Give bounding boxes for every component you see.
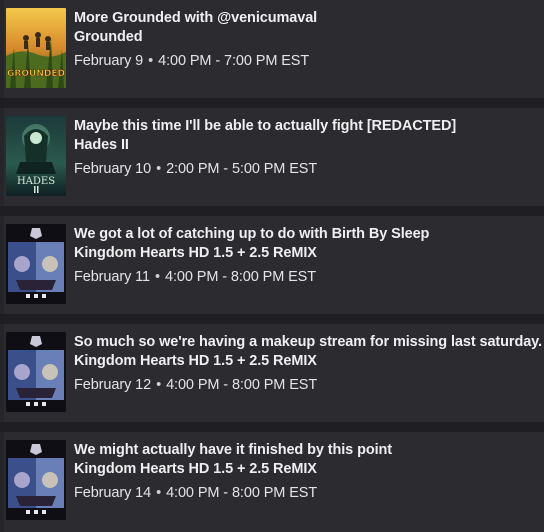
stream-time-range: 4:00 PM - 8:00 PM EST (166, 377, 318, 393)
stream-date: February 10 (74, 161, 152, 177)
card-edge (0, 216, 4, 314)
stream-title: We got a lot of catching up to do with B… (74, 226, 430, 242)
stream-time: February 11 • 4:00 PM - 8:00 PM EST (74, 269, 316, 285)
svg-text:GROUNDED: GROUNDED (7, 69, 65, 79)
stream-time: February 14 • 4:00 PM - 8:00 PM EST (74, 485, 317, 501)
game-cover-kingdom-hearts[interactable] (6, 224, 66, 304)
stream-date: February 12 (74, 377, 152, 393)
kingdom-hearts-cover-icon (6, 224, 66, 304)
card-edge (0, 432, 4, 532)
kingdom-hearts-cover-icon (6, 332, 66, 412)
stream-time-range: 4:00 PM - 8:00 PM EST (165, 269, 317, 285)
separator-dot: • (156, 485, 162, 501)
game-name[interactable]: Grounded (74, 29, 143, 45)
card-edge (0, 108, 4, 206)
game-cover-kingdom-hearts[interactable] (6, 440, 66, 520)
stream-schedule-list: GROUNDED More Grounded with @venicumaval… (0, 0, 544, 532)
separator-dot: • (155, 269, 160, 285)
grounded-cover-icon: GROUNDED (6, 8, 66, 88)
schedule-item[interactable]: We got a lot of catching up to do with B… (0, 216, 544, 314)
game-cover-hades-ii[interactable]: HADES (6, 116, 66, 196)
schedule-item[interactable]: So much so we're having a makeup stream … (0, 324, 544, 422)
svg-text:HADES: HADES (17, 176, 55, 187)
schedule-item[interactable]: HADES Maybe this time I'll be able to ac… (0, 108, 544, 206)
stream-time: February 9 • 4:00 PM - 7:00 PM EST (74, 53, 309, 69)
game-name[interactable]: Kingdom Hearts HD 1.5 + 2.5 ReMIX (74, 353, 317, 369)
hades-cover-icon: HADES (6, 116, 66, 196)
stream-time: February 10 • 2:00 PM - 5:00 PM EST (74, 161, 317, 177)
stream-title: Maybe this time I'll be able to actually… (74, 118, 457, 134)
stream-time: February 12 • 4:00 PM - 8:00 PM EST (74, 377, 317, 393)
game-name[interactable]: Kingdom Hearts HD 1.5 + 2.5 ReMIX (74, 245, 317, 261)
separator-dot: • (156, 377, 162, 393)
schedule-item[interactable]: GROUNDED More Grounded with @venicumaval… (0, 0, 544, 98)
game-name[interactable]: Hades II (74, 137, 129, 153)
separator-dot: • (148, 53, 154, 69)
stream-time-range: 4:00 PM - 8:00 PM EST (166, 485, 318, 501)
stream-title: So much so we're having a makeup stream … (74, 334, 542, 350)
stream-time-range: 4:00 PM - 7:00 PM EST (158, 53, 310, 69)
card-edge (0, 324, 4, 422)
kingdom-hearts-cover-icon (6, 440, 66, 520)
stream-date: February 14 (74, 485, 152, 501)
stream-title: We might actually have it finished by th… (74, 442, 393, 458)
game-cover-grounded[interactable]: GROUNDED (6, 8, 66, 88)
separator-dot: • (156, 161, 162, 177)
stream-date: February 11 (74, 269, 151, 285)
game-cover-kingdom-hearts[interactable] (6, 332, 66, 412)
stream-time-range: 2:00 PM - 5:00 PM EST (166, 161, 318, 177)
stream-title: More Grounded with @venicumaval (74, 10, 318, 26)
game-name[interactable]: Kingdom Hearts HD 1.5 + 2.5 ReMIX (74, 461, 317, 477)
schedule-item[interactable]: We might actually have it finished by th… (0, 432, 544, 532)
stream-date: February 9 (74, 53, 144, 69)
card-edge (0, 0, 4, 98)
